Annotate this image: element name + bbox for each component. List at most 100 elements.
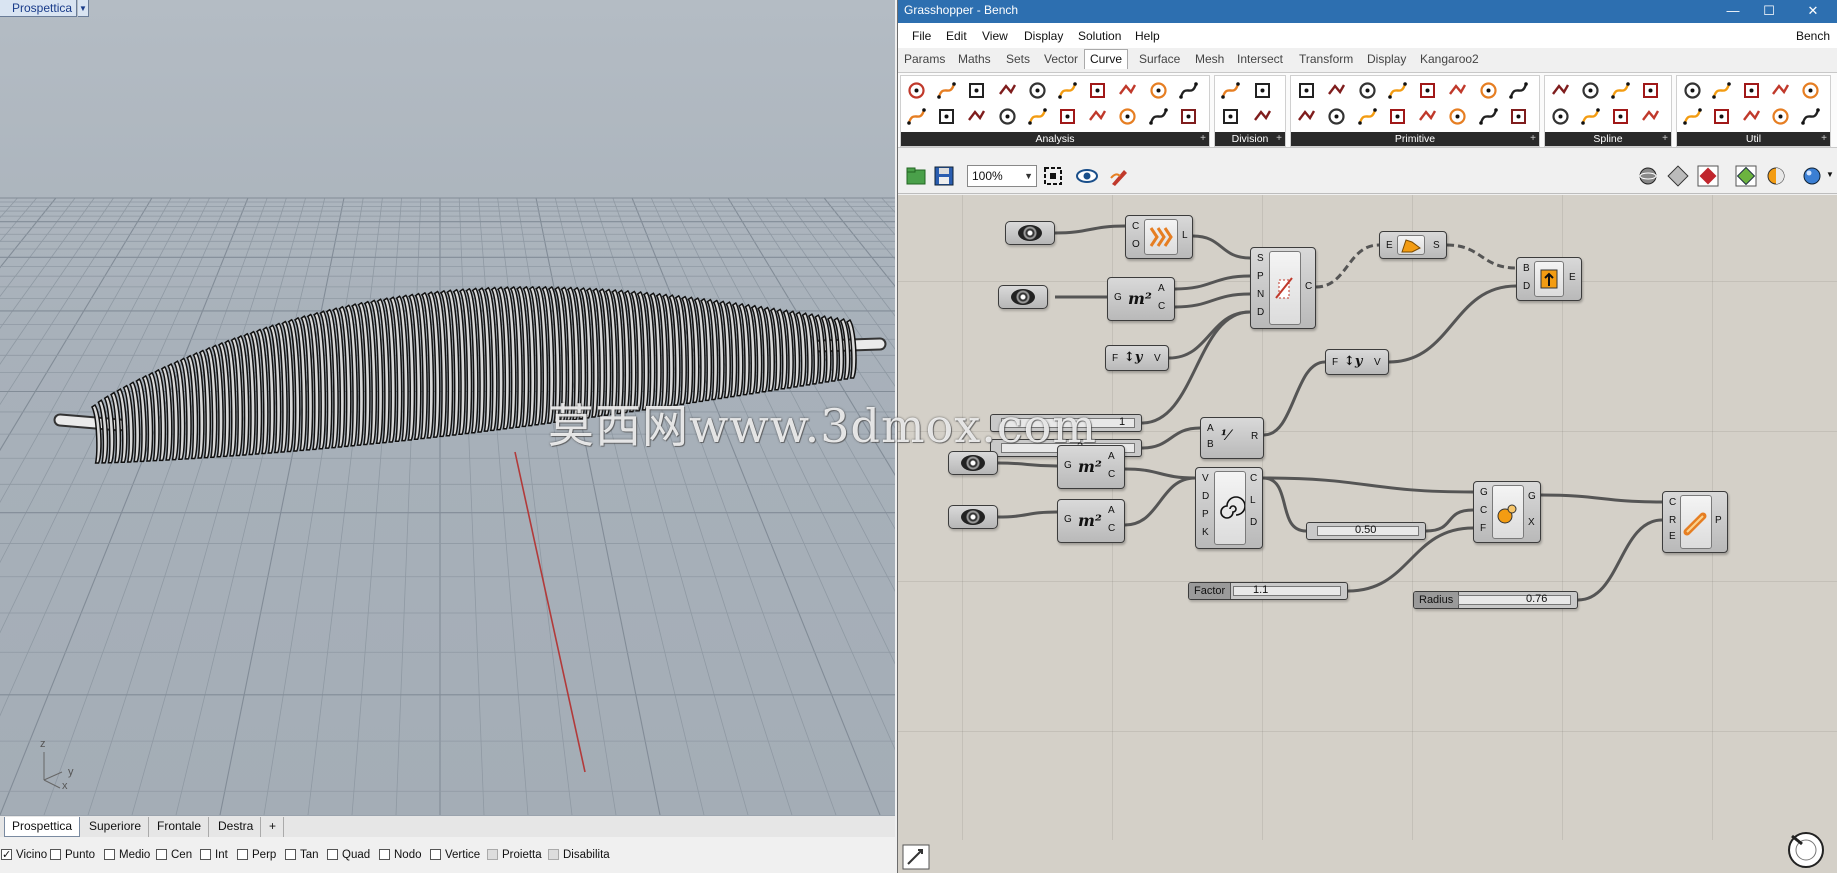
slider-track[interactable] xyxy=(1233,586,1341,596)
osnap-perp[interactable]: Perp xyxy=(237,847,276,863)
osnap-tan[interactable]: Tan xyxy=(285,847,319,863)
document-name[interactable]: Bench xyxy=(1796,29,1830,43)
osnap-disabilita[interactable]: Disabilita xyxy=(548,847,610,863)
curve-tool-icon[interactable] xyxy=(1741,106,1762,127)
curve-tool-icon[interactable] xyxy=(1682,80,1703,101)
save-file-icon[interactable] xyxy=(932,164,956,188)
input-pin[interactable]: R xyxy=(1669,516,1676,526)
data-wire[interactable] xyxy=(1577,518,1663,602)
data-wire[interactable] xyxy=(1054,224,1126,235)
input-pin[interactable]: G xyxy=(1114,293,1122,303)
output-pin[interactable]: P xyxy=(1715,516,1722,526)
osnap-medio[interactable]: Medio xyxy=(104,847,150,863)
tab-prospettica[interactable]: Prospettica xyxy=(4,817,81,837)
checkbox-icon[interactable] xyxy=(285,849,296,860)
preview-mode-wire-icon[interactable] xyxy=(1636,164,1660,188)
curve-tool-icon[interactable] xyxy=(936,106,957,127)
curve-tool-icon[interactable] xyxy=(1770,106,1791,127)
curve-param[interactable] xyxy=(948,505,998,529)
curve-tool-icon[interactable] xyxy=(1148,106,1169,127)
tab-frontale[interactable]: Frontale xyxy=(150,817,210,837)
output-pin[interactable]: E xyxy=(1569,273,1576,283)
division-component[interactable]: A B ⅟ R xyxy=(1200,417,1264,459)
data-wire[interactable] xyxy=(1174,274,1251,291)
curve-tool-icon[interactable] xyxy=(1326,106,1347,127)
curve-tool-icon[interactable] xyxy=(1057,106,1078,127)
viewport-menu-arrow-icon[interactable]: ▼ xyxy=(78,0,89,17)
curve-tool-icon[interactable] xyxy=(936,80,957,101)
curve-tool-icon[interactable] xyxy=(1387,106,1408,127)
checkbox-icon[interactable] xyxy=(430,849,441,860)
input-pin[interactable]: F xyxy=(1112,354,1118,364)
output-pin[interactable]: V xyxy=(1374,358,1381,368)
curve-tool-icon[interactable] xyxy=(1508,80,1529,101)
slider-track[interactable] xyxy=(1458,595,1571,605)
curve-tool-icon[interactable] xyxy=(997,106,1018,127)
osnap-cen[interactable]: Cen xyxy=(156,847,192,863)
curve-tool-icon[interactable] xyxy=(1417,106,1438,127)
input-pin[interactable]: G xyxy=(1064,515,1072,525)
output-pin[interactable]: C xyxy=(1108,470,1115,480)
curve-tool-icon[interactable] xyxy=(1027,106,1048,127)
curve-tool-icon[interactable] xyxy=(1610,106,1631,127)
input-pin[interactable]: P xyxy=(1257,272,1264,282)
output-pin[interactable]: V xyxy=(1154,354,1161,364)
output-pin[interactable]: C xyxy=(1305,282,1312,292)
curve-tool-icon[interactable] xyxy=(906,80,927,101)
area-component[interactable]: G m² A C xyxy=(1057,445,1125,489)
area-component[interactable]: G m² A C xyxy=(1107,277,1175,321)
tab-transform[interactable]: Transform xyxy=(1299,52,1353,66)
input-pin[interactable]: G xyxy=(1064,461,1072,471)
curve-tool-icon[interactable] xyxy=(1027,80,1048,101)
curve-tool-icon[interactable] xyxy=(1117,80,1138,101)
curve-tool-icon[interactable] xyxy=(1087,80,1108,101)
tab-params[interactable]: Params xyxy=(904,52,945,66)
radius-slider[interactable]: Radius 0.76 xyxy=(1413,591,1578,609)
pipe-sweep-component[interactable]: S P N D C xyxy=(1250,247,1316,329)
add-viewport-tab-button[interactable]: + xyxy=(262,817,285,837)
scale-component[interactable]: G C F G X xyxy=(1473,481,1541,543)
tab-destra[interactable]: Destra xyxy=(211,817,262,837)
tab-maths[interactable]: Maths xyxy=(958,52,991,66)
osnap-punto[interactable]: Punto xyxy=(50,847,95,863)
output-pin[interactable]: X xyxy=(1528,518,1535,528)
input-pin[interactable]: E xyxy=(1386,241,1393,251)
preview-mesh-green-icon[interactable] xyxy=(1734,164,1758,188)
output-pin[interactable]: A xyxy=(1158,284,1165,294)
curve-tool-icon[interactable] xyxy=(1610,80,1631,101)
minimize-button[interactable]: — xyxy=(1718,2,1748,20)
contour-component[interactable]: C O L xyxy=(1125,215,1193,259)
curve-tool-icon[interactable] xyxy=(1326,80,1347,101)
input-pin[interactable]: A xyxy=(1207,424,1214,434)
checkbox-icon[interactable] xyxy=(104,849,115,860)
curve-tool-icon[interactable] xyxy=(1220,106,1241,127)
expand-panel-icon[interactable]: + xyxy=(1200,132,1206,146)
curve-tool-icon[interactable] xyxy=(1087,106,1108,127)
curve-tool-icon[interactable] xyxy=(1447,106,1468,127)
input-pin[interactable]: O xyxy=(1132,240,1140,250)
graph-mapper-component[interactable]: F ↕y V xyxy=(1105,345,1169,371)
input-pin[interactable]: C xyxy=(1480,506,1487,516)
menu-solution[interactable]: Solution xyxy=(1078,29,1121,43)
preview-mode-selected-icon[interactable] xyxy=(1696,164,1720,188)
output-pin[interactable]: G xyxy=(1528,492,1536,502)
tab-vector[interactable]: Vector xyxy=(1044,52,1078,66)
osnap-vertice[interactable]: Vertice xyxy=(430,847,480,863)
checkbox-icon[interactable] xyxy=(379,849,390,860)
output-pin[interactable]: C xyxy=(1158,302,1165,312)
data-wire[interactable] xyxy=(997,510,1058,519)
input-pin[interactable]: G xyxy=(1480,488,1488,498)
curve-tool-icon[interactable] xyxy=(1296,80,1317,101)
output-pin[interactable]: L xyxy=(1182,231,1188,241)
curve-tool-icon[interactable] xyxy=(1478,106,1499,127)
data-wire[interactable] xyxy=(1262,476,1474,494)
tab-mesh[interactable]: Mesh xyxy=(1195,52,1224,66)
checkbox-icon[interactable] xyxy=(50,849,61,860)
curve-tool-icon[interactable] xyxy=(1252,80,1273,101)
data-wire[interactable] xyxy=(1446,243,1517,270)
maximize-button[interactable]: ☐ xyxy=(1754,2,1784,20)
preview-color-sphere-icon[interactable] xyxy=(1764,164,1788,188)
curve-tool-icon[interactable] xyxy=(1296,106,1317,127)
gh-title-bar[interactable]: Grasshopper - Bench — ☐ ✕ xyxy=(898,0,1837,23)
input-pin[interactable]: B xyxy=(1207,440,1214,450)
